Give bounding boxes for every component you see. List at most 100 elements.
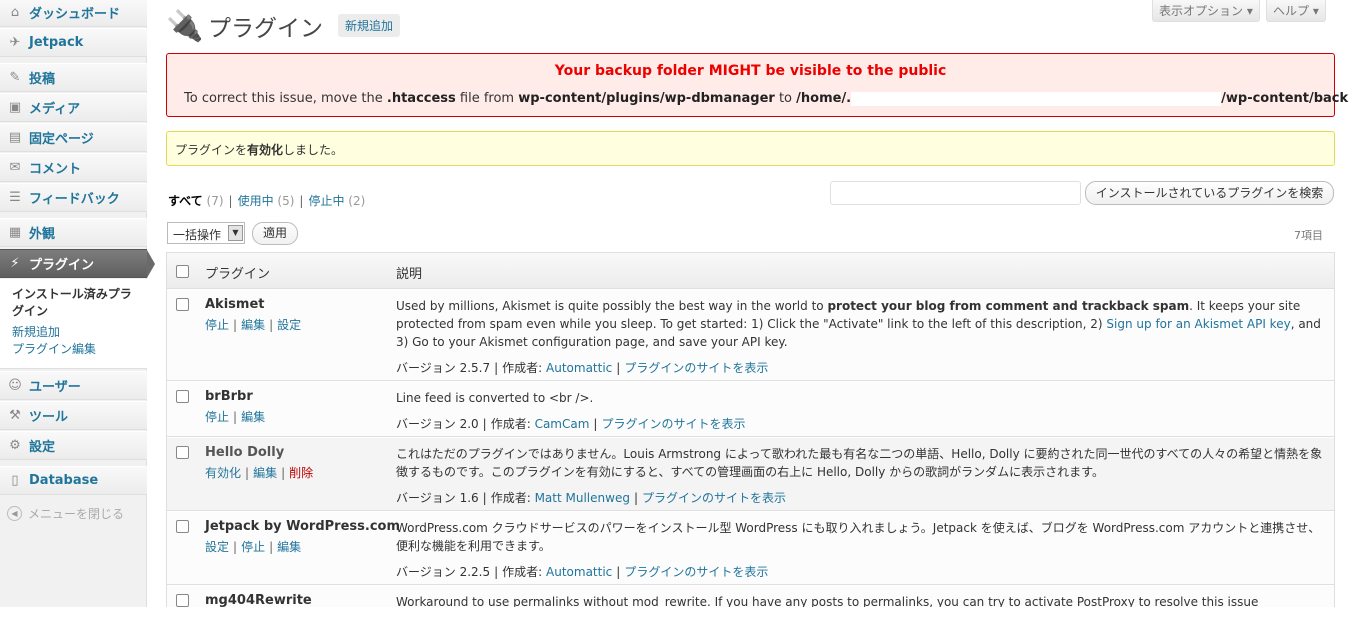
- plugin-meta: バージョン 2.2.5 | 作成者: Automattic | プラグインのサイトを表示: [396, 565, 769, 579]
- jetpack-icon: ✈: [9, 34, 21, 50]
- plugin-site-link[interactable]: プラグインのサイトを表示: [624, 565, 768, 579]
- menu-label: Jetpack: [29, 35, 84, 50]
- author-link[interactable]: Automattic: [546, 565, 612, 579]
- plugin-site-link[interactable]: プラグインのサイトを表示: [642, 491, 786, 505]
- plugin-checkbox[interactable]: [176, 520, 189, 533]
- plugin-header-icon: 🔌: [166, 9, 204, 44]
- bulk-action-select[interactable]: 一括操作 ▼: [167, 222, 245, 244]
- plugin-row-jetpack: Jetpack by WordPress.com 設定 | 停止 | 編集 WordPr…: [167, 511, 1334, 585]
- notice-bold: 有効化: [247, 143, 284, 157]
- plugin-version: バージョン 2.5.7: [396, 361, 491, 375]
- plugin-site-link[interactable]: プラグインのサイトを表示: [624, 361, 768, 375]
- collapse-arrow-icon: ◀: [7, 506, 22, 521]
- menu-label: Database: [29, 473, 99, 488]
- home-icon: ⌂: [10, 4, 20, 20]
- filter-inactive[interactable]: 停止中: [308, 194, 344, 208]
- page-title: プラグイン: [208, 16, 323, 42]
- settings-link[interactable]: 設定: [277, 318, 301, 332]
- desc-bold: protect your blog from comment and track…: [827, 299, 1190, 313]
- menu-label: 外観: [29, 227, 56, 242]
- settings-link[interactable]: 設定: [205, 540, 229, 554]
- plugin-checkbox[interactable]: [176, 390, 189, 403]
- menu-database[interactable]: ▯ Database: [0, 466, 147, 495]
- author-label: 作成者:: [490, 491, 535, 505]
- menu-pages[interactable]: ▤ 固定ページ: [0, 123, 147, 152]
- plugin-icon: ⚡: [10, 255, 20, 271]
- plugin-name: Akismet: [205, 297, 265, 312]
- current-menu-arrow: [147, 250, 155, 278]
- delete-link[interactable]: 削除: [289, 466, 313, 480]
- plugin-meta: バージョン 1.6 | 作成者: Matt Mullenweg | プラグインのサイトを…: [396, 491, 787, 505]
- menu-media[interactable]: ▣ メディア: [0, 93, 147, 122]
- menu-users[interactable]: ☺ ユーザー: [0, 371, 147, 400]
- submenu-plugin-editor[interactable]: プラグイン編集: [12, 341, 135, 358]
- menu-label: ツール: [29, 410, 69, 425]
- collapse-menu-button[interactable]: ◀ メニューを閉じる: [7, 505, 124, 522]
- author-link[interactable]: Automattic: [546, 361, 612, 375]
- menu-comments[interactable]: ✉ コメント: [0, 153, 147, 182]
- author-link[interactable]: CamCam: [535, 417, 590, 431]
- plugin-description: WordPress.com クラウドサービスのパワーをインストール型 WordP…: [396, 521, 1321, 553]
- plugin-meta: バージョン 2.0 | 作成者: CamCam | プラグインのサイトを表示: [396, 417, 746, 431]
- menu-label: ユーザー: [29, 380, 81, 395]
- notice-text: しました。: [283, 143, 344, 157]
- feedback-icon: ☰: [9, 189, 21, 205]
- plugin-description: Line feed is converted to <br />.: [396, 391, 594, 405]
- error-file: .htaccess: [386, 91, 456, 106]
- row-actions: 停止 | 編集 | 設定: [205, 318, 302, 332]
- database-icon: ▯: [11, 472, 19, 488]
- plugin-search-button[interactable]: インストールされているプラグインを検索: [1085, 181, 1334, 205]
- submenu-installed-plugins[interactable]: インストール済みプラグイン: [12, 286, 135, 320]
- deactivate-link[interactable]: 停止: [205, 410, 229, 424]
- activate-link[interactable]: 有効化: [205, 466, 241, 480]
- menu-appearance[interactable]: ▦ 外観: [0, 218, 147, 247]
- menu-feedback[interactable]: ☰ フィードバック: [0, 183, 147, 212]
- plugin-site-link[interactable]: プラグインのサイトを表示: [601, 417, 745, 431]
- menu-tools[interactable]: ⚒ ツール: [0, 401, 147, 430]
- media-icon: ▣: [8, 99, 22, 115]
- plugin-checkbox[interactable]: [176, 594, 189, 607]
- error-text: to: [774, 91, 797, 106]
- menu-settings[interactable]: ⚙ 設定: [0, 431, 147, 460]
- deactivate-link[interactable]: 停止: [205, 318, 229, 332]
- plugin-name: Jetpack by WordPress.com: [205, 519, 401, 534]
- redacted-path: [851, 91, 1222, 106]
- plugin-status-filters: すべて (7) | 使用中 (5) | 停止中 (2): [168, 194, 366, 208]
- plugin-checkbox[interactable]: [176, 298, 189, 311]
- error-text: file from: [455, 91, 519, 106]
- select-all-checkbox[interactable]: [176, 265, 189, 278]
- admin-sidebar: ⌂ ダッシュボード ✈ Jetpack ✎ 投稿 ▣ メディア ▤ 固定ページ ✉ コメント…: [0, 0, 147, 607]
- edit-link[interactable]: 編集: [241, 410, 265, 424]
- plugin-description: Workaround to use permalinks without mod…: [396, 595, 1259, 607]
- help-button[interactable]: ヘルプ ▾: [1266, 0, 1326, 22]
- apply-button[interactable]: 適用: [252, 222, 298, 245]
- submenu-add-new[interactable]: 新規追加: [12, 324, 135, 341]
- edit-link[interactable]: 編集: [277, 540, 301, 554]
- plugin-search-input[interactable]: [830, 181, 1081, 205]
- menu-posts[interactable]: ✎ 投稿: [0, 63, 147, 92]
- users-icon: ☺: [8, 377, 22, 393]
- filter-count: (7): [206, 194, 224, 208]
- filter-active[interactable]: 使用中: [238, 194, 274, 208]
- appearance-icon: ▦: [8, 224, 22, 240]
- screen-options-button[interactable]: 表示オプション ▾: [1152, 0, 1260, 22]
- deactivate-link[interactable]: 停止: [241, 540, 265, 554]
- plugin-version: バージョン 2.0: [396, 417, 479, 431]
- plugin-name: Hello Dolly: [205, 445, 285, 460]
- filter-count: (2): [348, 194, 366, 208]
- author-link[interactable]: Matt Mullenweg: [535, 491, 630, 505]
- menu-label: 固定ページ: [29, 132, 94, 147]
- plugin-checkbox[interactable]: [176, 446, 189, 459]
- menu-plugins[interactable]: ⚡ プラグイン: [0, 249, 147, 278]
- edit-link[interactable]: 編集: [253, 466, 277, 480]
- edit-link[interactable]: 編集: [241, 318, 265, 332]
- filter-all[interactable]: すべて: [168, 194, 203, 208]
- item-count: 7項目: [1294, 229, 1323, 242]
- plugin-row-mg404rewrite: mg404Rewrite Workaround to use permalink…: [167, 585, 1334, 607]
- plugin-meta: バージョン 2.5.7 | 作成者: Automattic | プラグインのサイトを表示: [396, 361, 769, 375]
- menu-dashboard[interactable]: ⌂ ダッシュボード: [0, 0, 147, 27]
- akismet-signup-link[interactable]: Sign up for an Akismet API key: [1106, 317, 1290, 331]
- menu-label: メディア: [29, 102, 81, 117]
- add-new-button[interactable]: 新規追加: [338, 14, 401, 37]
- menu-jetpack[interactable]: ✈ Jetpack: [0, 28, 147, 57]
